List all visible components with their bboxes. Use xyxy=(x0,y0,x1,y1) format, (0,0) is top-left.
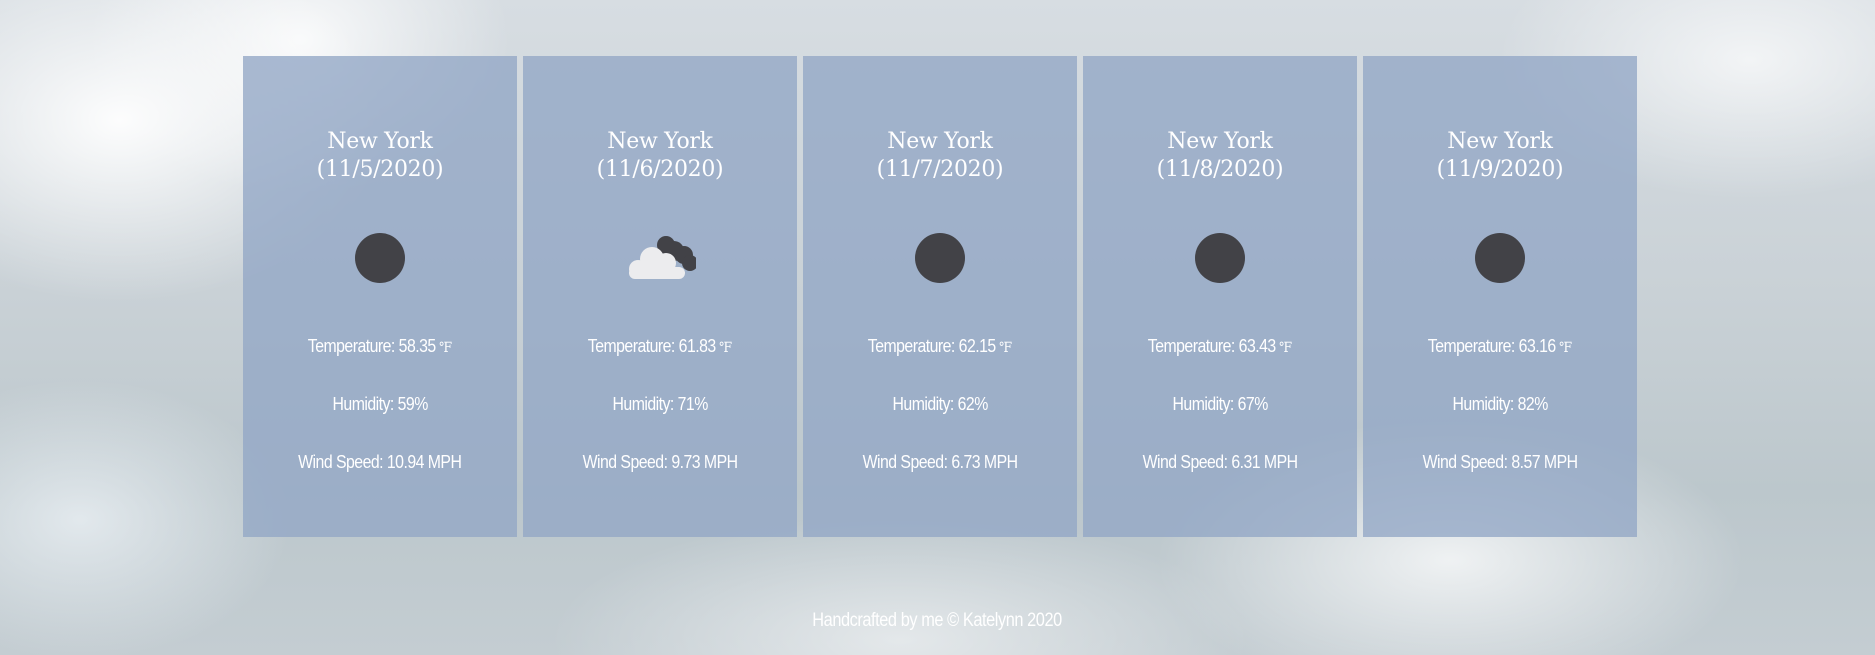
city-name: New York xyxy=(327,129,433,154)
forecast-card: New York (11/8/2020) Temperature: 63.43 ℉… xyxy=(1083,56,1357,537)
dark-circle-icon xyxy=(915,233,965,283)
temperature: Temperature: 63.43 ℉ xyxy=(1148,336,1292,357)
dark-circle-icon xyxy=(1475,233,1525,283)
card-title: New York (11/9/2020) xyxy=(1437,128,1564,184)
footer-credit: Handcrafted by me © Katelynn 2020 xyxy=(812,610,1063,631)
forecast-card: New York (11/9/2020) Temperature: 63.16 ℉… xyxy=(1363,56,1637,537)
weather-icon-wrap xyxy=(624,232,696,284)
fahrenheit-unit: ℉ xyxy=(999,340,1012,356)
card-title: New York (11/7/2020) xyxy=(877,128,1004,184)
forecast-date: (11/8/2020) xyxy=(1156,157,1284,182)
fahrenheit-unit: ℉ xyxy=(719,340,732,356)
wind-speed: Wind Speed: 10.94 MPH xyxy=(298,452,462,472)
temperature-label: Temperature: 62.15 xyxy=(868,336,996,356)
dark-circle-icon xyxy=(355,233,405,283)
forecast-date: (11/6/2020) xyxy=(596,157,724,182)
city-name: New York xyxy=(1167,129,1273,154)
wind-speed: Wind Speed: 6.73 MPH xyxy=(862,452,1019,472)
card-title: New York (11/8/2020) xyxy=(1157,128,1284,184)
city-name: New York xyxy=(1447,129,1553,154)
temperature-label: Temperature: 63.43 xyxy=(1148,336,1276,356)
footer: Handcrafted by me © Katelynn 2020 xyxy=(0,610,1875,632)
humidity: Humidity: 59% xyxy=(332,394,428,414)
humidity: Humidity: 82% xyxy=(1452,394,1548,414)
card-title: New York (11/5/2020) xyxy=(317,128,444,184)
city-name: New York xyxy=(607,129,713,154)
partly-cloudy-icon xyxy=(629,236,696,279)
temperature: Temperature: 61.83 ℉ xyxy=(588,336,732,357)
fahrenheit-unit: ℉ xyxy=(439,340,452,356)
forecast-card: New York (11/6/2020) Temperature: 61.83 ℉… xyxy=(523,56,797,537)
humidity: Humidity: 71% xyxy=(612,394,708,414)
forecast-date: (11/7/2020) xyxy=(876,157,1004,182)
wind-speed: Wind Speed: 8.57 MPH xyxy=(1422,452,1579,472)
dark-circle-icon xyxy=(1195,233,1245,283)
weather-icon-wrap xyxy=(1475,232,1525,284)
weather-icon-wrap xyxy=(355,232,405,284)
humidity: Humidity: 62% xyxy=(892,394,988,414)
forecast-date: (11/9/2020) xyxy=(1436,157,1564,182)
forecast-date: (11/5/2020) xyxy=(316,157,444,182)
forecast-card: New York (11/7/2020) Temperature: 62.15 ℉… xyxy=(803,56,1077,537)
temperature: Temperature: 58.35 ℉ xyxy=(308,336,452,357)
wind-speed: Wind Speed: 6.31 MPH xyxy=(1142,452,1299,472)
card-title: New York (11/6/2020) xyxy=(597,128,724,184)
humidity: Humidity: 67% xyxy=(1172,394,1268,414)
temperature: Temperature: 63.16 ℉ xyxy=(1428,336,1572,357)
temperature-label: Temperature: 61.83 xyxy=(588,336,716,356)
city-name: New York xyxy=(887,129,993,154)
forecast-card: New York (11/5/2020) Temperature: 58.35 ℉… xyxy=(243,56,517,537)
wind-speed: Wind Speed: 9.73 MPH xyxy=(582,452,739,472)
fahrenheit-unit: ℉ xyxy=(1279,340,1292,356)
temperature-label: Temperature: 58.35 xyxy=(308,336,436,356)
weather-icon-wrap xyxy=(915,232,965,284)
temperature: Temperature: 62.15 ℉ xyxy=(868,336,1012,357)
temperature-label: Temperature: 63.16 xyxy=(1428,336,1556,356)
weather-icon-wrap xyxy=(1195,232,1245,284)
fahrenheit-unit: ℉ xyxy=(1559,340,1572,356)
forecast-cards: New York (11/5/2020) Temperature: 58.35 ℉… xyxy=(243,56,1637,537)
